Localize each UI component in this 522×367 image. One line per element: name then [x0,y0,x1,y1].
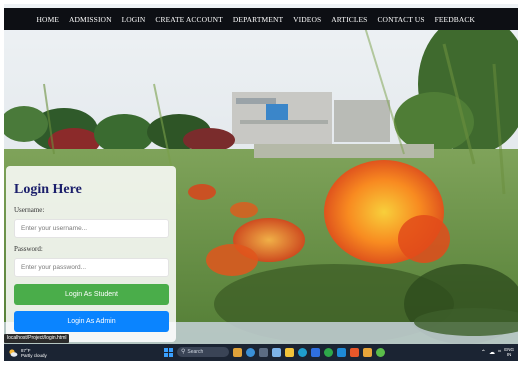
notepad-icon[interactable] [272,347,281,357]
username-input[interactable]: Enter your username... [14,219,169,238]
nav-videos[interactable]: VIDEOS [288,15,326,24]
windows-start-icon[interactable] [164,347,173,357]
nav-home[interactable]: HOME [32,15,64,24]
system-tray: ⌃ ☁ ≈ ENG IN [481,347,514,357]
weather-widget[interactable]: 87°F Partly cloudy [4,348,154,358]
widgets-icon[interactable] [233,347,242,357]
nav-contact-us[interactable]: CONTACT US [372,15,429,24]
store-icon[interactable] [311,347,320,357]
taskbar-search-label: Search [187,349,204,355]
weather-desc: Partly cloudy [21,352,47,358]
nav-feedback[interactable]: FEEDBACK [430,15,480,24]
password-label: Password: [14,245,43,253]
taskbar: 87°F Partly cloudy ⚲ Search ⌃ ☁ ≈ ENG IN [4,344,518,361]
nav-login[interactable]: LOGIN [117,15,151,24]
cloud-icon[interactable]: ☁ [489,349,495,356]
task-view-icon[interactable] [259,347,268,357]
chevron-up-icon[interactable]: ⌃ [481,349,486,356]
edge-icon[interactable] [298,347,307,357]
weather-icon [9,348,18,357]
taskbar-apps: ⚲ Search [164,347,385,357]
music-icon[interactable] [363,347,372,357]
search-icon: ⚲ [181,349,186,355]
status-url-tooltip: localhost/Project/login.html [4,334,70,343]
nav-create-account[interactable]: CREATE ACCOUNT [150,15,227,24]
taskbar-search[interactable]: ⚲ Search [177,347,229,357]
login-as-admin-button[interactable]: Login As Admin [14,311,169,332]
file-explorer-icon[interactable] [285,347,294,357]
spotify-icon[interactable] [324,347,333,357]
wifi-icon[interactable]: ≈ [498,349,501,355]
login-as-student-button[interactable]: Login As Student [14,284,169,305]
vscode-icon[interactable] [337,347,346,357]
office-icon[interactable] [350,347,359,357]
chrome-icon[interactable] [246,347,255,357]
nav-articles[interactable]: ARTICLES [326,15,372,24]
browser-viewport: HOME ADMISSION LOGIN CREATE ACCOUNT DEPA… [4,4,518,361]
region-indicator: IN [506,352,512,357]
password-placeholder: Enter your password... [21,264,87,271]
login-panel: Login Here Username: Enter your username… [6,166,176,342]
username-label: Username: [14,206,45,214]
nav-admission[interactable]: ADMISSION [64,15,117,24]
top-navbar: HOME ADMISSION LOGIN CREATE ACCOUNT DEPA… [4,8,518,30]
game-icon[interactable] [376,347,385,357]
login-title: Login Here [14,182,82,197]
nav-department[interactable]: DEPARTMENT [228,15,288,24]
password-input[interactable]: Enter your password... [14,258,169,277]
username-placeholder: Enter your username... [21,225,88,232]
